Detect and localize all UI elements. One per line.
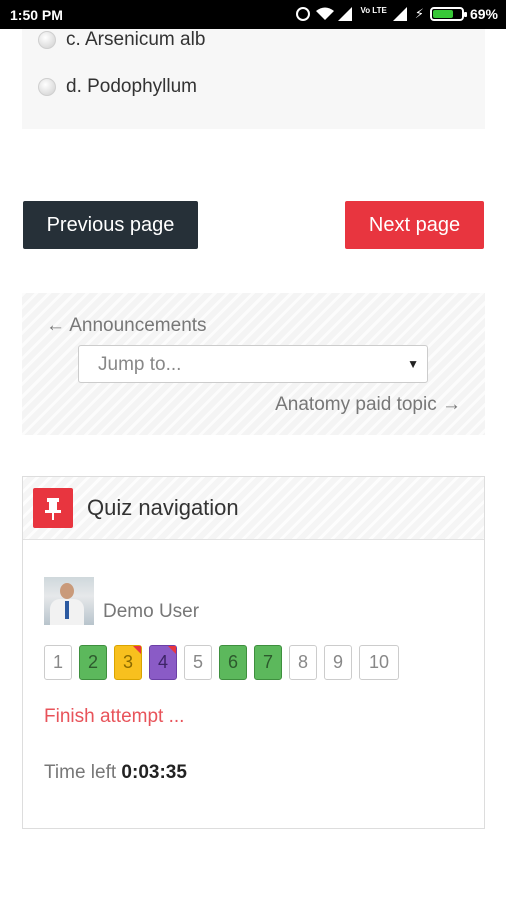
next-activity-link[interactable]: Anatomy paid topic → <box>275 394 461 416</box>
signal-icon <box>338 7 354 21</box>
alarm-icon <box>296 7 311 21</box>
caret-down-icon: ▼ <box>407 357 419 371</box>
finish-attempt-link[interactable]: Finish attempt ... <box>44 706 184 728</box>
radio-button[interactable] <box>38 78 56 96</box>
time-left: Time left 0:03:35 <box>44 762 187 784</box>
block-title: Quiz navigation <box>87 495 239 520</box>
quiz-navigation-block: Quiz navigation Demo User 1 2 3 4 5 6 7 … <box>22 476 485 829</box>
answer-option-c[interactable]: c. Arsenicum alb <box>38 29 205 51</box>
answer-option-label: d. Podophyllum <box>66 76 197 97</box>
question-buttons: 1 2 3 4 5 6 7 8 9 10 <box>44 645 406 680</box>
battery-icon <box>429 7 467 21</box>
signal-icon <box>392 7 409 21</box>
user-name: Demo User <box>103 601 200 622</box>
question-button[interactable]: 9 <box>324 645 352 680</box>
battery-percent: 69% <box>469 6 498 22</box>
jump-to-select[interactable]: Jump to... ▼ <box>78 345 428 383</box>
question-button[interactable]: 2 <box>79 645 107 680</box>
question-button[interactable]: 4 <box>149 645 177 680</box>
block-header: Quiz navigation <box>23 477 484 540</box>
question-button[interactable]: 1 <box>44 645 72 680</box>
pin-icon[interactable] <box>33 488 73 528</box>
question-button[interactable]: 10 <box>359 645 399 680</box>
wifi-icon <box>316 7 335 21</box>
question-button[interactable]: 7 <box>254 645 282 680</box>
volte-icon: Vo LTE <box>360 6 387 15</box>
activity-navigation: ← Announcements Jump to... ▼ Anatomy pai… <box>22 293 485 435</box>
answer-options: c. Arsenicum alb d. Podophyllum <box>22 29 485 129</box>
answer-option-label: c. Arsenicum alb <box>66 29 206 50</box>
question-button[interactable]: 8 <box>289 645 317 680</box>
jump-to-placeholder: Jump to... <box>98 354 182 375</box>
question-button[interactable]: 3 <box>114 645 142 680</box>
status-time: 1:50 PM <box>10 7 63 23</box>
previous-activity-link[interactable]: ← Announcements <box>46 315 207 337</box>
next-page-button[interactable]: Next page <box>345 201 484 249</box>
question-button[interactable]: 6 <box>219 645 247 680</box>
previous-page-button[interactable]: Previous page <box>23 201 198 249</box>
user-info: Demo User <box>44 577 199 625</box>
status-bar: 1:50 PM Vo LTE ⚡ 69% <box>0 0 506 29</box>
charging-icon: ⚡ <box>414 6 424 21</box>
time-left-value: 0:03:35 <box>121 762 187 783</box>
radio-button[interactable] <box>38 31 56 49</box>
answer-option-d[interactable]: d. Podophyllum <box>38 76 197 98</box>
time-left-label: Time left <box>44 762 117 783</box>
avatar <box>44 577 94 625</box>
question-button[interactable]: 5 <box>184 645 212 680</box>
